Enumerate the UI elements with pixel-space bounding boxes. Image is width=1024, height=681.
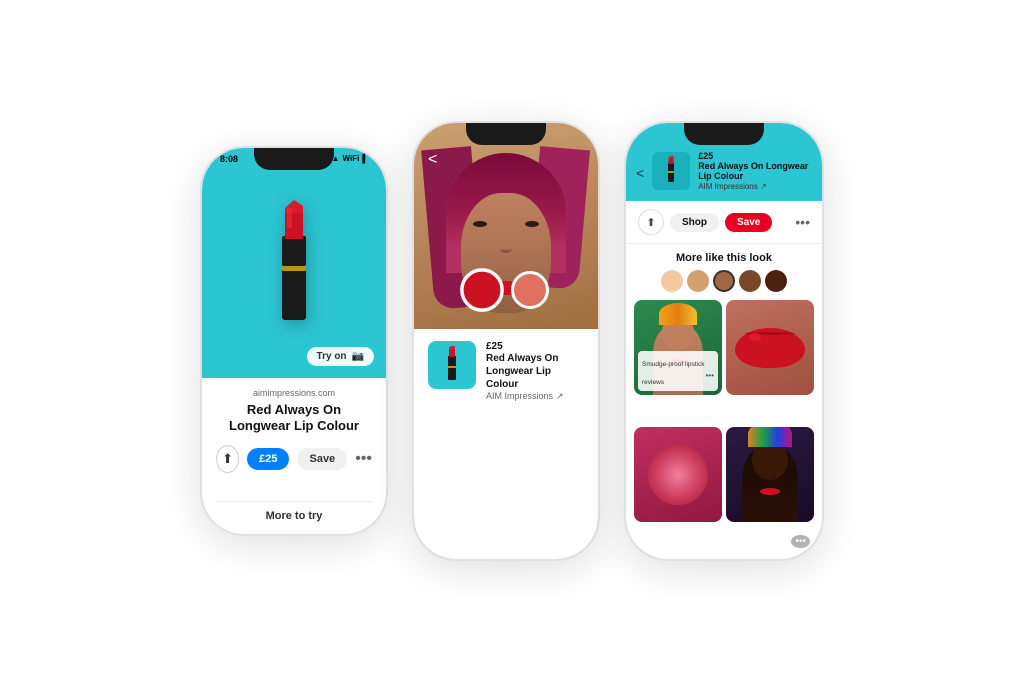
phone3-product-name: Red Always On Longwear Lip Colour xyxy=(698,161,812,183)
phone-3: < £25 Red Always On Longwear Lip Colour … xyxy=(624,121,824,561)
phone1-price-button[interactable]: £25 xyxy=(247,448,289,470)
phone2-back-button[interactable]: < xyxy=(428,151,437,169)
phone-1: 8:08 ▲ WiFi ▌ xyxy=(200,146,388,536)
phone3-notch xyxy=(684,123,764,145)
phone2-screen: < xyxy=(414,123,598,559)
phone3-actions: ⬆ Shop Save ••• xyxy=(626,201,822,244)
color-dot-1[interactable] xyxy=(661,270,683,292)
phone1-save-button[interactable]: Save xyxy=(297,448,347,470)
phone3-more-button[interactable]: ••• xyxy=(795,214,810,230)
camera-icon: 📷 xyxy=(352,351,364,362)
phone2-brand: AIM Impressions ↗ xyxy=(486,391,584,402)
phone3-thumb xyxy=(652,152,690,190)
grid-cell-woman-green: Smudge-proof lipstick reviews ••• xyxy=(634,300,722,395)
color-dot-5[interactable] xyxy=(765,270,787,292)
color-swatches xyxy=(463,271,549,309)
phone3-share-button[interactable]: ⬆ xyxy=(638,209,664,235)
phone3-brand: AIM Impressions ↗ xyxy=(698,182,812,191)
grid-cell-portrait xyxy=(726,427,814,522)
try-on-badge[interactable]: Try on 📷 xyxy=(307,347,374,366)
phone3-product-info: £25 Red Always On Longwear Lip Colour AI… xyxy=(698,151,812,192)
color-dot-3[interactable] xyxy=(713,270,735,292)
phone1-status-icons: ▲ WiFi ▌ xyxy=(332,154,368,163)
phone3-back-button[interactable]: < xyxy=(636,165,644,181)
grid-dots-icon: ••• xyxy=(706,371,714,380)
lips-closeup xyxy=(735,328,805,368)
phone2-product-info: £25 Red Always On Longwear Lip Colour AI… xyxy=(486,341,584,402)
phone3-image-grid: Smudge-proof lipstick reviews ••• ••• xyxy=(626,300,822,558)
phone2-lipstick-icon xyxy=(443,346,461,384)
phone1-site-url: aimimpressions.com xyxy=(216,388,372,398)
color-dot-4[interactable] xyxy=(739,270,761,292)
phone1-status-bar: 8:08 ▲ WiFi ▌ xyxy=(202,154,386,164)
grid-label-text: Smudge-proof lipstick reviews xyxy=(642,361,705,386)
phone1-share-button[interactable]: ⬆ xyxy=(216,445,239,473)
phone2-product-card: £25 Red Always On Longwear Lip Colour AI… xyxy=(414,329,598,559)
phones-container: 8:08 ▲ WiFi ▌ xyxy=(180,101,844,581)
phone1-actions: ⬆ £25 Save ••• xyxy=(216,445,372,473)
phone2-top-bar: < xyxy=(414,151,598,169)
phone3-color-row xyxy=(626,270,822,300)
phone1-screen: 8:08 ▲ WiFi ▌ xyxy=(202,148,386,534)
phone1-more-to-try[interactable]: More to try xyxy=(216,501,372,528)
phone3-save-button[interactable]: Save xyxy=(725,213,772,232)
share-icon: ⬆ xyxy=(222,451,233,467)
phone3-price: £25 xyxy=(698,151,812,161)
grid-label: Smudge-proof lipstick reviews ••• xyxy=(638,351,718,391)
phone2-product-name: Red Always On Longwear Lip Colour xyxy=(486,352,584,391)
eye-left xyxy=(473,221,487,227)
try-on-label: Try on xyxy=(317,351,347,362)
phone3-lipstick-icon xyxy=(664,156,678,186)
phone1-more-button[interactable]: ••• xyxy=(355,450,372,468)
color-dot-2[interactable] xyxy=(687,270,709,292)
grid-cell-lips: ••• xyxy=(726,300,814,395)
phone3-screen: < £25 Red Always On Longwear Lip Colour … xyxy=(626,123,822,559)
phone1-product-title: Red Always On Longwear Lip Colour xyxy=(216,402,372,436)
phone1-info: aimimpressions.com Red Always On Longwea… xyxy=(202,378,386,534)
phone2-price: £25 xyxy=(486,341,584,352)
swatch-light[interactable] xyxy=(511,271,549,309)
phone-2: < xyxy=(412,121,600,561)
nose xyxy=(500,245,512,253)
phone1-product-image: Try on 📷 xyxy=(202,148,386,378)
phone2-product-thumb xyxy=(428,341,476,389)
swatch-red[interactable] xyxy=(460,268,504,312)
phone3-more-like-title: More like this look xyxy=(626,244,822,270)
phone1-time: 8:08 xyxy=(220,154,238,164)
phone2-notch xyxy=(466,123,546,145)
eye-right xyxy=(525,221,539,227)
lipstick-icon xyxy=(268,198,320,328)
grid-cell-pink xyxy=(634,427,722,522)
phone3-shop-button[interactable]: Shop xyxy=(670,213,719,232)
